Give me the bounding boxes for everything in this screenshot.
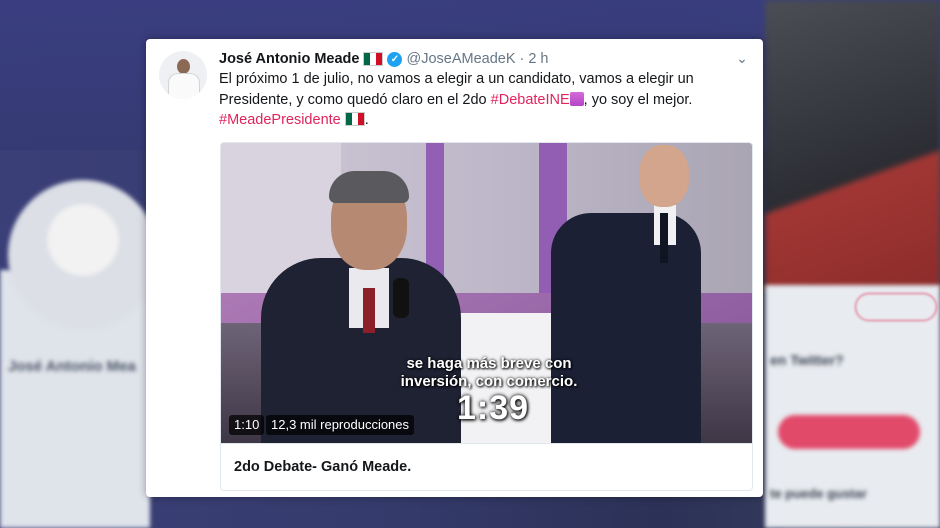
microphone	[393, 278, 409, 318]
author-handle[interactable]: @JoseAMeadeK	[406, 51, 515, 67]
video-title[interactable]: 2do Debate- Ganó Meade.	[234, 459, 411, 475]
video-countdown: 1:39	[456, 389, 530, 427]
video-duration: 1:10	[229, 415, 265, 435]
tweet-text-part2: , yo soy el mejor.	[583, 91, 693, 108]
video-card[interactable]: se haga más breve con inversión, con com…	[220, 142, 753, 491]
video-person-right-head	[639, 145, 689, 207]
background-follow-button	[855, 293, 937, 321]
hashtag-emoji-icon	[569, 91, 584, 106]
mexico-flag-icon	[363, 52, 384, 66]
video-person-right-tie	[660, 213, 668, 263]
avatar-body	[168, 73, 200, 99]
tweet-timestamp[interactable]: 2 h	[528, 51, 548, 67]
background-suggestion: te puede gustar	[770, 486, 867, 501]
video-player[interactable]: se haga más breve con inversión, con com…	[221, 143, 752, 443]
hashtag-debateine[interactable]: #DebateINE	[491, 92, 570, 108]
hashtag-meadepresidente[interactable]: #MeadePresidente	[219, 112, 341, 128]
video-view-count: 12,3 mil reproducciones	[266, 415, 415, 435]
tweet-card[interactable]: José Antonio Meade ✓ @JoseAMeadeK · 2 h …	[146, 39, 763, 497]
video-caption[interactable]: 2do Debate- Ganó Meade.	[221, 443, 752, 490]
chevron-down-icon[interactable]: ⌄	[735, 51, 749, 65]
video-subtitle: se haga más breve con inversión, con com…	[400, 355, 578, 390]
background-profile-name: José Antonio Mea	[8, 358, 136, 375]
background-avatar	[8, 180, 158, 330]
avatar[interactable]	[159, 51, 207, 99]
author-name[interactable]: José Antonio Meade	[219, 51, 359, 67]
background-photo	[765, 0, 940, 290]
avatar-head	[177, 59, 190, 74]
background-prompt: en Twitter?	[770, 352, 844, 368]
tweet-text: El próximo 1 de julio, no vamos a elegir…	[219, 71, 694, 128]
background-register-button	[778, 415, 920, 449]
mexico-flag-icon	[344, 112, 365, 126]
verified-badge-icon: ✓	[387, 51, 403, 67]
tweet-header: José Antonio Meade ✓ @JoseAMeadeK · 2 h	[219, 49, 549, 69]
separator-dot: ·	[519, 51, 525, 67]
video-person-left-hair	[329, 171, 409, 203]
video-person-right	[551, 213, 701, 443]
video-person-left-tie	[363, 288, 375, 333]
